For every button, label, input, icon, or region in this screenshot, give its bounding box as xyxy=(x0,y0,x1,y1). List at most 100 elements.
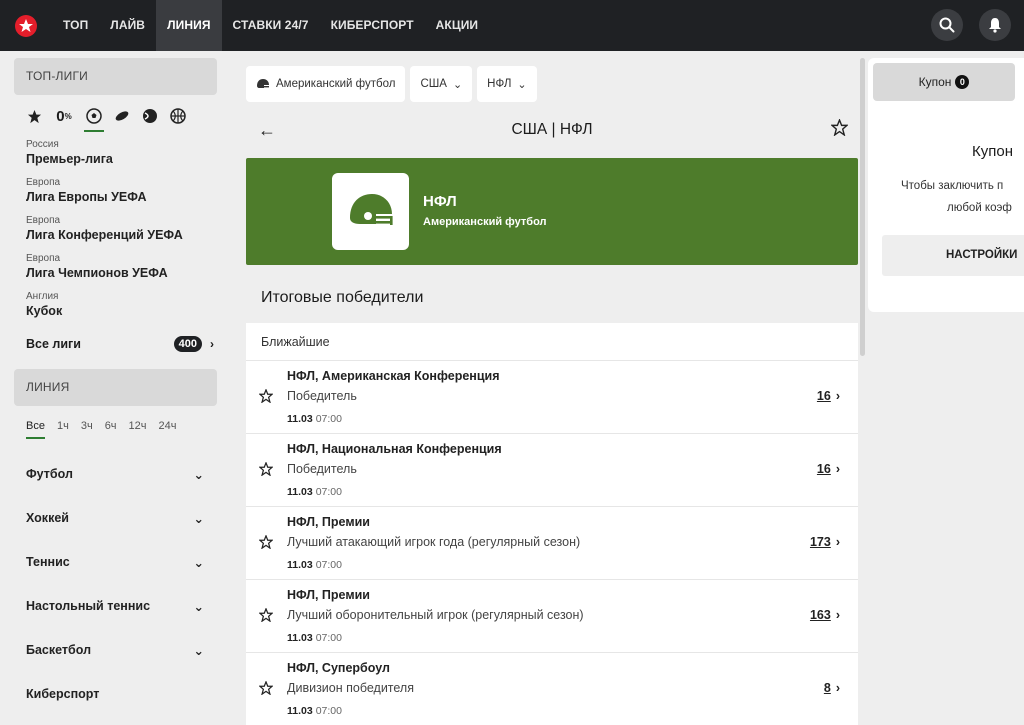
nav-esports[interactable]: КИБЕРСПОРТ xyxy=(320,0,425,51)
event-favorite-star-icon[interactable] xyxy=(258,461,274,481)
left-sidebar: ТОП-ЛИГИ 0% Россия Премьер-лига Европа Л… xyxy=(0,51,230,725)
zero-margin-filter[interactable]: 0% xyxy=(54,108,74,125)
event-name: НФЛ, Премии xyxy=(287,515,370,529)
event-row[interactable]: НФЛ, Американская Конференция Победитель… xyxy=(246,361,858,434)
sport-row-football[interactable]: Футбол ⌄ xyxy=(26,452,204,496)
line-header: ЛИНИЯ xyxy=(14,369,217,406)
basketball-icon[interactable] xyxy=(170,108,186,124)
football-helmet-icon xyxy=(349,193,393,225)
event-time: 07:00 xyxy=(315,705,342,717)
league-item[interactable]: Россия Премьер-лига xyxy=(26,127,230,167)
nav-top[interactable]: ТОП xyxy=(52,0,99,51)
sport-row-tennis[interactable]: Теннис ⌄ xyxy=(26,540,204,584)
chevron-right-icon: › xyxy=(835,608,840,622)
brand-logo[interactable] xyxy=(0,0,52,51)
league-filter-chip[interactable]: НФЛ ⌄ xyxy=(477,66,537,102)
sport-row-basketball[interactable]: Баскетбол ⌄ xyxy=(26,628,204,672)
event-datetime: 11.03 07:00 xyxy=(287,486,342,498)
event-datetime: 11.03 07:00 xyxy=(287,632,342,644)
soccer-ball-icon[interactable] xyxy=(84,108,104,132)
league-name: Лига Конференций УЕФА xyxy=(26,228,183,242)
back-arrow-icon[interactable]: ← xyxy=(258,120,276,141)
league-item[interactable]: Европа Лига Чемпионов УЕФА xyxy=(26,243,230,281)
sport-label: Теннис xyxy=(26,555,70,569)
tennis-ball-icon[interactable] xyxy=(142,108,158,124)
time-filter-12h[interactable]: 12ч xyxy=(129,420,147,432)
nav-live[interactable]: ЛАЙВ xyxy=(99,0,156,51)
event-date: 11.03 xyxy=(287,705,313,717)
coupon-tab[interactable]: Купон 0 xyxy=(873,63,1015,101)
event-name: НФЛ, Национальная Конференция xyxy=(287,442,502,456)
main-content: Американский футбол США ⌄ НФЛ ⌄ ← США | … xyxy=(246,51,858,725)
event-market: Лучший атакающий игрок года (регулярный … xyxy=(287,535,581,549)
event-markets-count[interactable]: 16 › xyxy=(817,389,840,403)
event-datetime: 11.03 07:00 xyxy=(287,413,342,425)
event-name: НФЛ, Американская Конференция xyxy=(287,369,500,383)
league-country: Россия xyxy=(26,139,59,150)
markets-count-value: 173 xyxy=(809,535,831,549)
event-market: Победитель xyxy=(287,389,357,403)
event-favorite-star-icon[interactable] xyxy=(258,534,274,554)
sport-row-table-tennis[interactable]: Настольный теннис ⌄ xyxy=(26,584,204,628)
list-header: Ближайшие xyxy=(246,323,858,361)
event-row[interactable]: НФЛ, Премии Лучший оборонительный игрок … xyxy=(246,580,858,653)
event-markets-count[interactable]: 173 › xyxy=(810,535,840,549)
country-filter-chip[interactable]: США ⌄ xyxy=(410,66,473,102)
all-leagues-link[interactable]: Все лиги 400 › xyxy=(26,335,230,353)
time-filter-all[interactable]: Все xyxy=(26,420,45,439)
league-country: Европа xyxy=(26,253,61,264)
time-filter-6h[interactable]: 6ч xyxy=(105,420,117,432)
hockey-puck-icon[interactable] xyxy=(114,108,130,124)
event-favorite-star-icon[interactable] xyxy=(258,680,274,700)
coupon-settings-button[interactable]: НАСТРОЙКИ xyxy=(882,235,1024,276)
sport-filter-label: Американский футбол xyxy=(276,78,396,90)
sport-row-hockey[interactable]: Хоккей ⌄ xyxy=(26,496,204,540)
nav-bets-24-7[interactable]: СТАВКИ 24/7 xyxy=(222,0,320,51)
event-markets-count[interactable]: 16 › xyxy=(817,462,840,476)
sport-label: Футбол xyxy=(26,467,73,481)
sport-row-esports[interactable]: Киберспорт xyxy=(26,672,204,716)
coupon-title: Купон xyxy=(972,143,1013,160)
time-filter-1h[interactable]: 1ч xyxy=(57,420,69,432)
nav-promotions[interactable]: АКЦИИ xyxy=(425,0,490,51)
event-row[interactable]: НФЛ, Премии Лучший атакающий игрок года … xyxy=(246,507,858,580)
chevron-down-icon: ⌄ xyxy=(193,555,204,570)
league-country: Европа xyxy=(26,177,61,188)
percent-icon: % xyxy=(64,111,72,121)
chevron-right-icon: › xyxy=(835,535,840,549)
markets-count-value: 8 xyxy=(823,681,831,695)
event-row[interactable]: НФЛ, Национальная Конференция Победитель… xyxy=(246,434,858,507)
event-market: Победитель xyxy=(287,462,357,476)
event-row[interactable]: НФЛ, Супербоул Дивизион победителя 11.03… xyxy=(246,653,858,725)
event-favorite-star-icon[interactable] xyxy=(258,388,274,408)
league-item[interactable]: Англия Кубок xyxy=(26,281,230,319)
main-nav: ТОП ЛАЙВ ЛИНИЯ СТАВКИ 24/7 КИБЕРСПОРТ АК… xyxy=(52,0,489,51)
favorite-star-icon[interactable] xyxy=(830,118,849,141)
time-filter-3h[interactable]: 3ч xyxy=(81,420,93,432)
all-leagues-label: Все лиги xyxy=(26,337,81,351)
event-favorite-star-icon[interactable] xyxy=(258,607,274,627)
sport-filter-chip[interactable]: Американский футбол xyxy=(246,66,406,102)
notifications-button[interactable] xyxy=(979,9,1011,41)
time-filter-24h[interactable]: 24ч xyxy=(159,420,177,432)
event-time: 07:00 xyxy=(315,632,342,644)
nav-line[interactable]: ЛИНИЯ xyxy=(156,0,222,51)
breadcrumb-filters: Американский футбол США ⌄ НФЛ ⌄ xyxy=(246,66,537,102)
coupon-text-line: Чтобы заключить п xyxy=(901,180,1004,192)
league-name: Премьер-лига xyxy=(26,152,113,166)
search-button[interactable] xyxy=(931,9,963,41)
chevron-right-icon: › xyxy=(835,389,840,403)
top-navigation-bar: ТОП ЛАЙВ ЛИНИЯ СТАВКИ 24/7 КИБЕРСПОРТ АК… xyxy=(0,0,1024,51)
coupon-description: Чтобы заключить п любой коэф xyxy=(901,175,1012,219)
main-scrollbar[interactable] xyxy=(860,58,865,356)
league-item[interactable]: Европа Лига Конференций УЕФА xyxy=(26,205,230,243)
league-name: Лига Европы УЕФА xyxy=(26,190,147,204)
markets-count-value: 16 xyxy=(816,389,831,403)
markets-count-value: 163 xyxy=(809,608,831,622)
event-markets-count[interactable]: 163 › xyxy=(810,608,840,622)
event-markets-count[interactable]: 8 › xyxy=(824,681,840,695)
league-item[interactable]: Европа Лига Европы УЕФА xyxy=(26,167,230,205)
chevron-down-icon: ⌄ xyxy=(193,643,204,658)
star-filter-icon[interactable] xyxy=(26,108,42,124)
sport-label: Хоккей xyxy=(26,511,69,525)
